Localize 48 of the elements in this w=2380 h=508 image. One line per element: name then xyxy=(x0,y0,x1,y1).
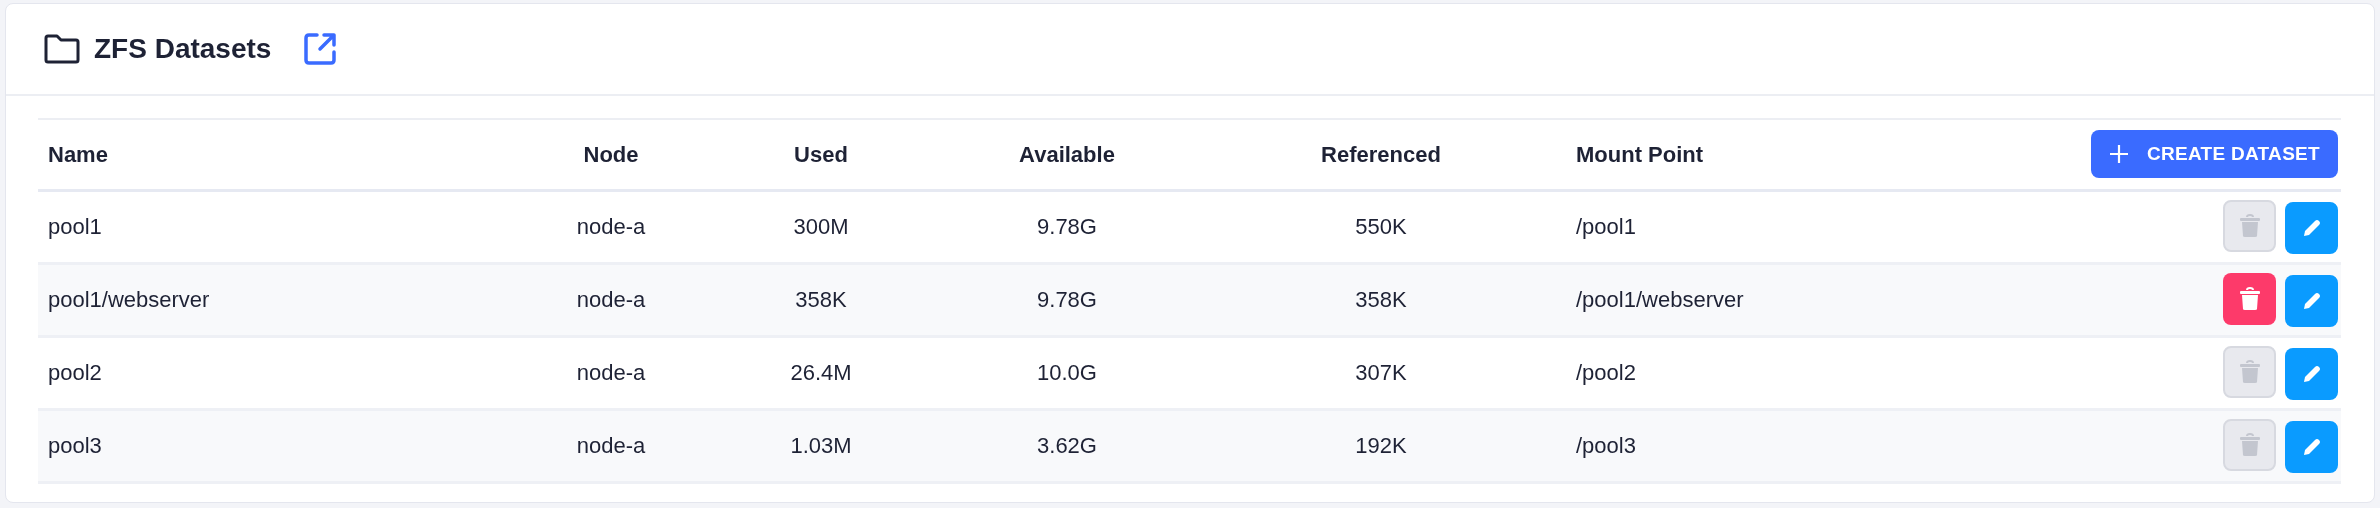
table-cell: 192K xyxy=(1355,433,1407,458)
table-cell: pool1/webserver xyxy=(48,287,210,312)
table-cell: 358K xyxy=(1355,287,1407,312)
table-cell: 307K xyxy=(1355,360,1407,385)
edit-button[interactable] xyxy=(2285,201,2338,254)
column-header: Mount Point xyxy=(1576,141,1704,167)
pencil-icon xyxy=(2301,217,2322,238)
table-cell: 26.4M xyxy=(790,360,852,385)
table-cell: 3.62G xyxy=(1037,433,1097,458)
pencil-icon xyxy=(2301,363,2322,384)
table-cell: 300M xyxy=(793,214,849,239)
edit-button[interactable] xyxy=(2285,420,2338,473)
table-cell: /pool3 xyxy=(1576,433,1636,458)
column-header: Node xyxy=(583,141,639,167)
table-cell: pool1 xyxy=(48,214,102,239)
table-cell: 1.03M xyxy=(790,433,852,458)
table-cell: /pool1/webserver xyxy=(1576,287,1744,312)
table-cell: pool2 xyxy=(48,360,102,385)
plus-icon xyxy=(2108,144,2129,165)
table-cell: /pool2 xyxy=(1576,360,1636,385)
edit-button[interactable] xyxy=(2285,274,2338,327)
column-header: Used xyxy=(794,141,848,167)
column-header: Referenced xyxy=(1321,141,1441,167)
edit-button[interactable] xyxy=(2285,347,2338,400)
table-cell: node-a xyxy=(576,433,646,458)
table-cell: 358K xyxy=(795,287,847,312)
delete-button[interactable] xyxy=(2223,272,2276,325)
trash-icon xyxy=(2239,286,2260,311)
pencil-icon xyxy=(2301,290,2322,311)
trash-icon xyxy=(2239,432,2260,457)
column-header: Available xyxy=(1019,141,1115,167)
folder-icon xyxy=(44,34,80,64)
table-cell: 9.78G xyxy=(1037,287,1097,312)
trash-icon xyxy=(2239,359,2260,384)
table-cell: 550K xyxy=(1355,214,1407,239)
create-dataset-button[interactable]: CREATE DATASET xyxy=(2090,130,2338,179)
table-cell: node-a xyxy=(576,214,646,239)
column-header: Name xyxy=(48,141,108,167)
pencil-icon xyxy=(2301,436,2322,457)
trash-icon xyxy=(2239,213,2260,238)
card-title: ZFS Datasets xyxy=(94,32,272,66)
table-cell: 9.78G xyxy=(1037,214,1097,239)
table-cell: pool3 xyxy=(48,433,102,458)
table-cell: 10.0G xyxy=(1037,360,1097,385)
external-link-icon[interactable] xyxy=(303,32,338,66)
table-cell: node-a xyxy=(576,360,646,385)
table-cell: node-a xyxy=(576,287,646,312)
table-cell: /pool1 xyxy=(1576,214,1636,239)
